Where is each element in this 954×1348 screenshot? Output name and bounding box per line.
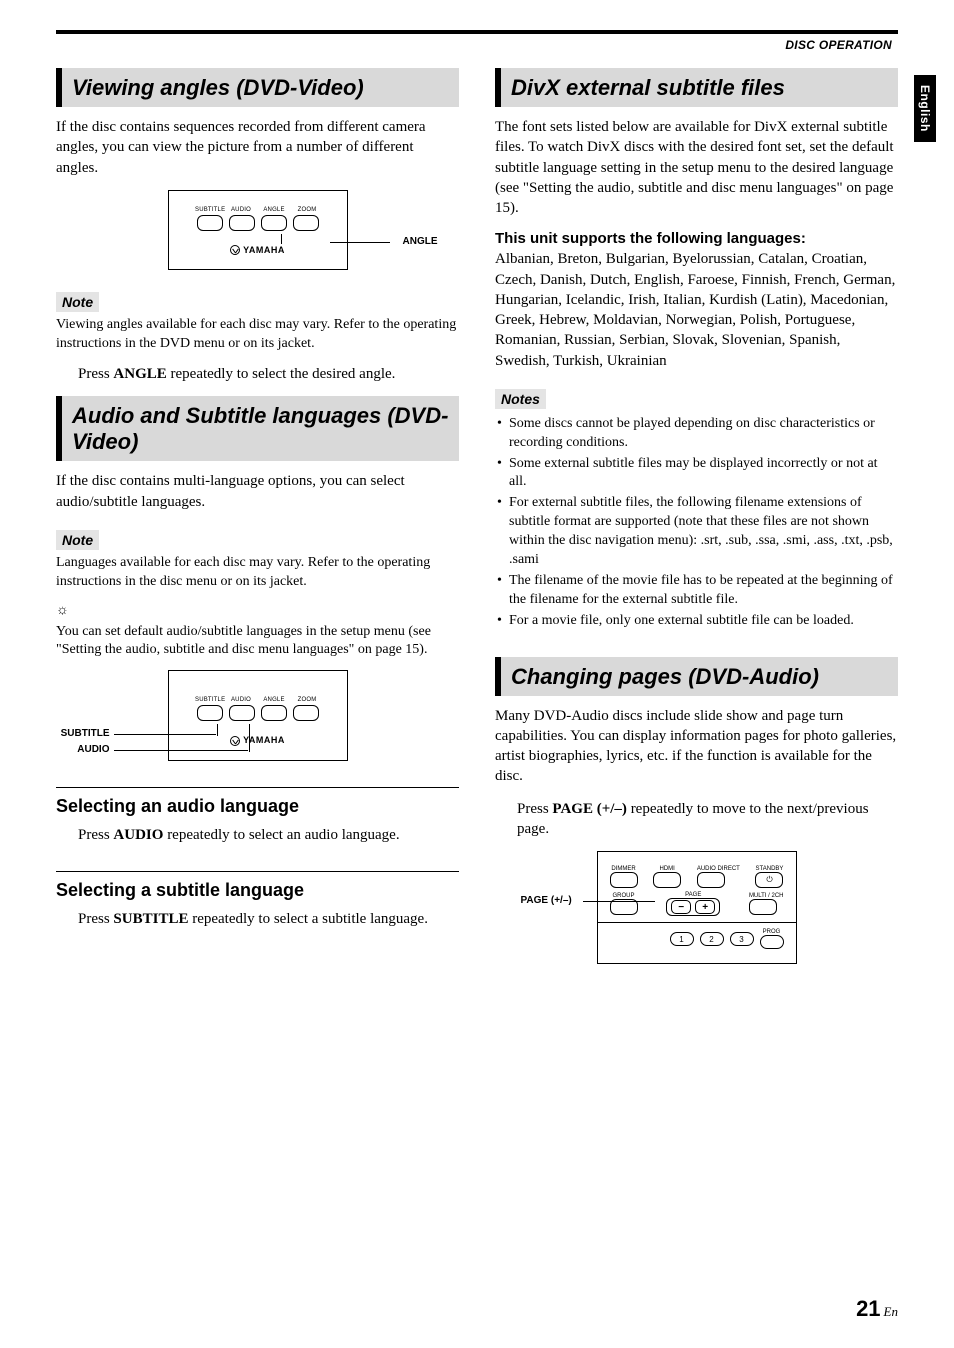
subtitle-audio-remote-diagram: SUBTITLE AUDIO ANGLE ZOOM YAMAHA [56, 670, 459, 761]
lbl-audiodirect: AUDIO DIRECT [697, 866, 740, 872]
note-label-2: Note [56, 530, 99, 550]
heading-changing-pages: Changing pages (DVD-Audio) [495, 657, 898, 696]
subtitle-button [197, 215, 223, 231]
callout-angle: ANGLE [403, 236, 438, 247]
page-minus-button: − [671, 900, 691, 914]
divx-note-4: The filename of the movie file has to be… [495, 572, 898, 610]
callout-audio: AUDIO [48, 744, 110, 755]
section-header-text: DISC OPERATION [785, 38, 892, 52]
top-rule [56, 30, 898, 34]
s-post: repeatedly to select a subtitle language… [188, 911, 428, 927]
a-kw: AUDIO [113, 827, 163, 843]
subheading-audio-lang: Selecting an audio language [56, 787, 459, 817]
lbl-standby: STANDBY [755, 866, 783, 872]
page-plus-button: + [695, 900, 715, 914]
audiosub-intro: If the disc contains multi-language opti… [56, 471, 459, 512]
p-pre: Press [517, 801, 552, 817]
divx-note-1: Some discs cannot be played depending on… [495, 415, 898, 453]
instr-post: repeatedly to select the desired angle. [167, 366, 396, 382]
angle-button [261, 215, 287, 231]
zoom-button [293, 215, 319, 231]
audiodirect-button [697, 872, 725, 888]
audio-button [229, 215, 255, 231]
btn-lbl-subtitle: SUBTITLE [195, 207, 221, 213]
audio-instruction: Press AUDIO repeatedly to select an audi… [78, 825, 459, 845]
btn-lbl-audio: AUDIO [228, 207, 254, 213]
s-pre: Press [78, 911, 113, 927]
num-1-button: 1 [670, 932, 694, 946]
viewing-intro: If the disc contains sequences recorded … [56, 117, 459, 178]
audiosub-tip: You can set default audio/subtitle langu… [56, 623, 459, 661]
multi-button [749, 899, 777, 915]
divx-intro: The font sets listed below are available… [495, 117, 898, 218]
right-column: DivX external subtitle files The font se… [495, 64, 898, 980]
audiosub-note: Languages available for each disc may va… [56, 554, 459, 592]
left-column: Viewing angles (DVD-Video) If the disc c… [56, 64, 459, 980]
callout-page: PAGE (+/–) [521, 895, 572, 906]
angle-remote-diagram: SUBTITLE AUDIO ANGLE ZOOM YAMAHA [56, 190, 459, 271]
yamaha-logo-icon [230, 245, 240, 255]
subtitle-button-2 [197, 705, 223, 721]
lbl-multi: MULTI / 2CH [749, 893, 784, 899]
lbl-group: GROUP [610, 893, 638, 899]
s-kw: SUBTITLE [113, 911, 188, 927]
lbl-ang: ANGLE [261, 697, 287, 703]
page-remote-diagram: DIMMER HDMI AUDIO DIRECT STANDBY⏻ GROUP … [495, 851, 898, 964]
audio-button-2 [229, 705, 255, 721]
yamaha-logo-icon-2 [230, 736, 240, 746]
pages-instruction: Press PAGE (+/–) repeatedly to move to t… [517, 799, 898, 840]
tip-icon: ☼ [56, 602, 459, 621]
page-number: 21 [856, 1296, 880, 1321]
standby-button: ⏻ [755, 872, 783, 888]
zoom-button-2 [293, 705, 319, 721]
num-3-button: 3 [730, 932, 754, 946]
page-plus-minus-group: − + [666, 898, 720, 916]
p-kw: PAGE (+/–) [552, 801, 627, 817]
divx-note-3: For external subtitle files, the followi… [495, 494, 898, 570]
brand-logo: YAMAHA [181, 245, 335, 256]
language-tab: English [914, 75, 936, 142]
heading-divx: DivX external subtitle files [495, 68, 898, 107]
page-footer: 21 En [856, 1296, 898, 1322]
btn-lbl-angle: ANGLE [261, 207, 287, 213]
heading-audio-subtitle: Audio and Subtitle languages (DVD-Video) [56, 396, 459, 461]
lbl-aud: AUDIO [228, 697, 254, 703]
divx-note-5: For a movie file, only one external subt… [495, 612, 898, 631]
angle-instruction: Press ANGLE repeatedly to select the des… [78, 364, 459, 384]
pages-intro: Many DVD-Audio discs include slide show … [495, 706, 898, 787]
divx-note-2: Some external subtitle files may be disp… [495, 455, 898, 493]
viewing-note: Viewing angles available for each disc m… [56, 316, 459, 354]
a-post: repeatedly to select an audio language. [163, 827, 399, 843]
divx-lang-header: This unit supports the following languag… [495, 230, 898, 247]
instr-kw: ANGLE [113, 366, 166, 382]
lbl-prog: PROG [760, 929, 784, 935]
callout-subtitle: SUBTITLE [48, 728, 110, 739]
note-label: Note [56, 292, 99, 312]
subtitle-instruction: Press SUBTITLE repeatedly to select a su… [78, 909, 459, 929]
hdmi-button [653, 872, 681, 888]
num-2-button: 2 [700, 932, 724, 946]
notes-label: Notes [495, 389, 546, 409]
lbl-zm: ZOOM [294, 697, 320, 703]
brand-text: YAMAHA [243, 245, 285, 255]
btn-lbl-zoom: ZOOM [294, 207, 320, 213]
divx-notes-list: Some discs cannot be played depending on… [495, 415, 898, 631]
page-lang: En [884, 1304, 898, 1319]
subheading-subtitle-lang: Selecting a subtitle language [56, 871, 459, 901]
angle-button-2 [261, 705, 287, 721]
heading-viewing-angles: Viewing angles (DVD-Video) [56, 68, 459, 107]
section-header: DISC OPERATION [56, 38, 898, 52]
lbl-sub: SUBTITLE [195, 697, 221, 703]
prog-button [760, 935, 784, 949]
lbl-dimmer: DIMMER [610, 866, 638, 872]
divx-lang-list: Albanian, Breton, Bulgarian, Byelorussia… [495, 249, 898, 371]
dimmer-button [610, 872, 638, 888]
brand-logo-2: YAMAHA [181, 735, 335, 746]
a-pre: Press [78, 827, 113, 843]
instr-pre: Press [78, 366, 113, 382]
